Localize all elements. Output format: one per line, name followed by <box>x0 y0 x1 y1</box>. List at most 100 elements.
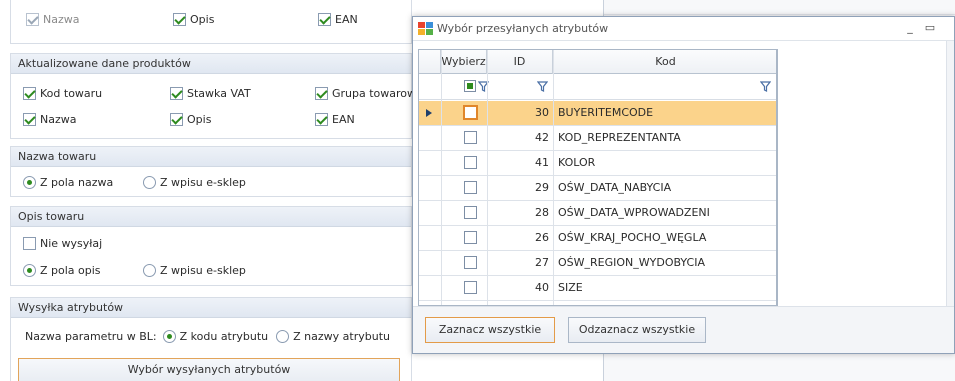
radio-icon <box>162 329 176 343</box>
attributes-grid: Wybierz ID Kod 30 BUYERITEMCODE 42 KOD_REPR… <box>418 49 777 306</box>
product-description-title: Opis towaru <box>11 207 411 227</box>
row-indicator-header <box>419 50 441 74</box>
param-name-row: Nazwa parametru w BL: Z kodu atrybutu Z … <box>25 327 390 345</box>
attribute-row[interactable]: 27 OŚW_REGION_WYDOBYCIA <box>419 251 776 276</box>
select-attributes-button[interactable]: Wybór wysyłanych atrybutów <box>18 358 400 381</box>
nazwa-checkbox[interactable]: Nazwa <box>23 110 76 128</box>
radio-icon <box>23 263 36 277</box>
checkbox-icon <box>170 112 183 126</box>
attribute-row[interactable]: 42 KOD_REPREZENTANTA <box>419 126 776 151</box>
name-from-eshop-radio[interactable]: Z wpisu e-sklep <box>143 173 246 191</box>
ean-checkbox[interactable]: EAN <box>315 110 355 128</box>
deselect-all-button[interactable]: Odzaznacz wszystkie <box>568 317 706 343</box>
app-icon <box>418 22 433 36</box>
current-row-arrow-icon <box>426 109 432 117</box>
cell-id: 41 <box>535 156 549 169</box>
cell-kod: KOLOR <box>558 156 596 169</box>
nazwa-label: Nazwa <box>40 112 77 126</box>
checkbox-icon <box>170 86 183 100</box>
nazwa-top-checkbox[interactable]: Nazwa <box>26 10 79 28</box>
radio-icon <box>143 263 156 277</box>
opis-top-checkbox[interactable]: Opis <box>173 10 214 28</box>
cell-id: 40 <box>535 281 549 294</box>
grid-column-line <box>487 50 488 305</box>
checkbox-icon <box>23 112 36 126</box>
attribute-row[interactable]: 40 SIZE <box>419 276 776 301</box>
stawka-vat-checkbox[interactable]: Stawka VAT <box>170 84 251 102</box>
cell-id: 29 <box>535 181 549 194</box>
row-select-checkbox[interactable] <box>464 131 477 144</box>
select-all-button[interactable]: Zaznacz wszystkie <box>425 317 555 343</box>
row-select-checkbox[interactable] <box>464 281 477 294</box>
row-select-checkbox[interactable] <box>464 231 477 244</box>
desc-from-field-radio[interactable]: Z pola opis <box>23 261 101 279</box>
checkbox-icon <box>315 86 328 100</box>
filter-icon[interactable] <box>760 81 771 92</box>
cell-kod: OŚW_DATA_NABYCIA <box>558 181 672 194</box>
desc-from-eshop-label: Z wpisu e-sklep <box>160 263 246 277</box>
attribute-row[interactable]: 28 OŚW_DATA_WPROWADZENI <box>419 201 776 226</box>
top-fields-group: Nazwa Opis EAN <box>10 0 412 44</box>
attribute-row[interactable]: 30 BUYERITEMCODE <box>419 101 776 126</box>
dialog-scrollbar[interactable] <box>946 41 954 327</box>
row-select-checkbox[interactable] <box>464 181 477 194</box>
column-id[interactable]: ID <box>487 50 553 74</box>
nie-wysylaj-checkbox[interactable]: Nie wysyłaj <box>23 234 102 252</box>
attribute-selection-dialog: Wybór przesyłanych atrybutów _ ▭ Wybierz… <box>412 16 955 354</box>
from-attr-code-label: Z kodu atrybutu <box>179 329 269 343</box>
minimize-icon[interactable]: _ <box>902 20 918 36</box>
cell-kod: OŚW_KRAJ_POCHO_WĘGLA <box>558 231 707 244</box>
row-select-checkbox[interactable] <box>464 156 477 169</box>
name-from-field-radio[interactable]: Z pola nazwa <box>23 173 113 191</box>
grid-column-line <box>553 50 554 305</box>
ean-label: EAN <box>332 112 355 126</box>
dialog-title: Wybór przesyłanych atrybutów <box>437 22 609 35</box>
attributes-title: Wysyłka atrybutów <box>11 298 411 318</box>
row-select-checkbox[interactable] <box>464 256 477 269</box>
attribute-row[interactable]: 41 KOLOR <box>419 151 776 176</box>
cell-kod: OŚW_REGION_WYDOBYCIA <box>558 256 706 269</box>
from-attr-name-label: Z nazwy atrybutu <box>293 329 390 343</box>
column-wybierz[interactable]: Wybierz <box>441 50 487 74</box>
attribute-row[interactable]: 29 OŚW_DATA_NABYCIA <box>419 176 776 201</box>
checkbox-icon <box>23 236 36 250</box>
name-from-eshop-label: Z wpisu e-sklep <box>160 175 246 189</box>
name-from-field-label: Z pola nazwa <box>40 175 114 189</box>
dialog-titlebar[interactable]: Wybór przesyłanych atrybutów _ ▭ <box>413 17 954 41</box>
checkbox-icon <box>315 112 328 126</box>
checkbox-icon <box>26 12 39 26</box>
updated-data-group: Aktualizowane dane produktów Kod towaru … <box>10 53 423 139</box>
ean-top-checkbox[interactable]: EAN <box>318 10 358 28</box>
kod-towaru-checkbox[interactable]: Kod towaru <box>23 84 102 102</box>
select-all-checkbox-icon[interactable] <box>464 80 476 92</box>
grid-column-line <box>441 50 442 305</box>
from-attr-name-radio[interactable]: Z nazwy atrybutu <box>276 327 390 345</box>
row-select-checkbox[interactable] <box>464 206 477 219</box>
product-name-group: Nazwa towaru Z pola nazwa Z wpisu e-skle… <box>10 146 412 197</box>
from-attr-code-radio[interactable]: Z kodu atrybutu <box>162 327 277 345</box>
dialog-button-bar: Zaznacz wszystkie Odzaznacz wszystkie <box>413 306 954 353</box>
checkbox-icon <box>23 86 36 100</box>
row-select-checkbox[interactable] <box>463 105 478 120</box>
cell-kod: KOD_REPREZENTANTA <box>558 131 681 144</box>
cell-kod: SIZE <box>558 281 583 294</box>
stawka-vat-label: Stawka VAT <box>187 86 251 100</box>
radio-icon <box>23 175 36 189</box>
maximize-icon[interactable]: ▭ <box>922 20 938 36</box>
opis-label: Opis <box>187 112 212 126</box>
checkbox-icon <box>318 12 331 26</box>
grupa-towarowa-label: Grupa towarowa <box>332 86 423 100</box>
grupa-towarowa-checkbox[interactable]: Grupa towarowa <box>315 84 423 102</box>
cell-id: 42 <box>535 131 549 144</box>
product-name-title: Nazwa towaru <box>11 147 411 167</box>
product-description-group: Opis towaru Nie wysyłaj Z pola opis Z wp… <box>10 206 412 286</box>
attribute-row[interactable]: 26 OŚW_KRAJ_POCHO_WĘGLA <box>419 226 776 251</box>
grid-header: Wybierz ID Kod <box>419 50 776 74</box>
opis-checkbox[interactable]: Opis <box>170 110 211 128</box>
filter-row <box>419 74 776 100</box>
cell-kod: BUYERITEMCODE <box>558 106 654 119</box>
column-kod[interactable]: Kod <box>553 50 776 74</box>
desc-from-eshop-radio[interactable]: Z wpisu e-sklep <box>143 261 246 279</box>
cell-id: 26 <box>535 231 549 244</box>
filter-icon[interactable] <box>537 81 548 92</box>
